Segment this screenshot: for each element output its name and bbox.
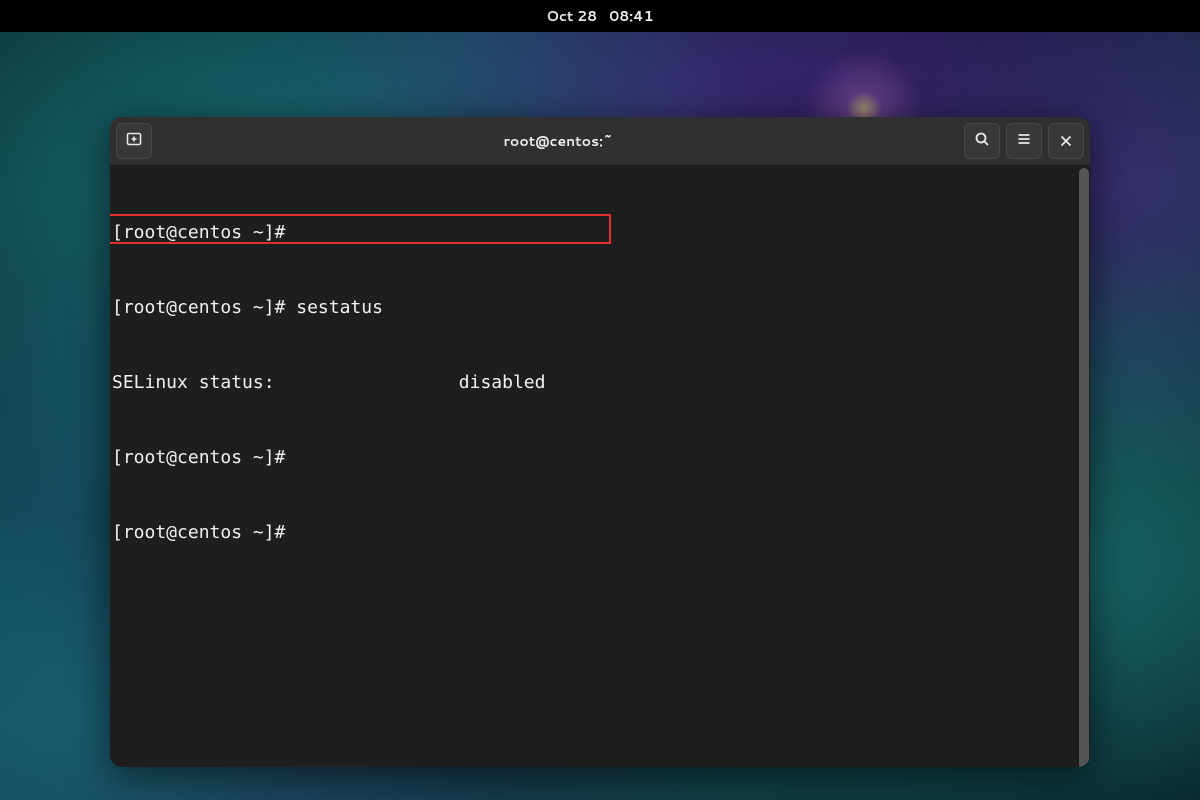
hamburger-icon — [1016, 130, 1032, 153]
gnome-topbar[interactable]: Oct 28 08:41 — [0, 0, 1200, 32]
menu-button[interactable] — [1006, 123, 1042, 159]
clock-date[interactable]: Oct 28 — [546, 6, 597, 26]
terminal-line: [root@centos ~]# sestatus — [112, 295, 1090, 320]
close-icon — [1060, 130, 1072, 153]
terminal-line: [root@centos ~]# — [112, 520, 1090, 545]
terminal-line: [root@centos ~]# — [112, 445, 1090, 470]
new-tab-icon — [126, 130, 142, 153]
window-title: root@centos:~ — [152, 131, 964, 151]
search-button[interactable] — [964, 123, 1000, 159]
window-titlebar[interactable]: root@centos:~ — [110, 117, 1090, 166]
terminal-scrollbar[interactable] — [1079, 168, 1089, 767]
desktop-wallpaper: root@centos:~ — [0, 32, 1200, 800]
new-tab-button[interactable] — [116, 123, 152, 159]
scrollbar-thumb[interactable] — [1079, 168, 1089, 767]
terminal-line: [root@centos ~]# — [112, 220, 1090, 245]
clock-time[interactable]: 08:41 — [609, 6, 654, 26]
terminal-line: SELinux status: disabled — [112, 370, 1090, 395]
close-button[interactable] — [1048, 123, 1084, 159]
terminal-output[interactable]: [root@centos ~]# [root@centos ~]# sestat… — [110, 166, 1090, 767]
search-icon — [974, 130, 990, 153]
terminal-window: root@centos:~ — [110, 117, 1090, 767]
